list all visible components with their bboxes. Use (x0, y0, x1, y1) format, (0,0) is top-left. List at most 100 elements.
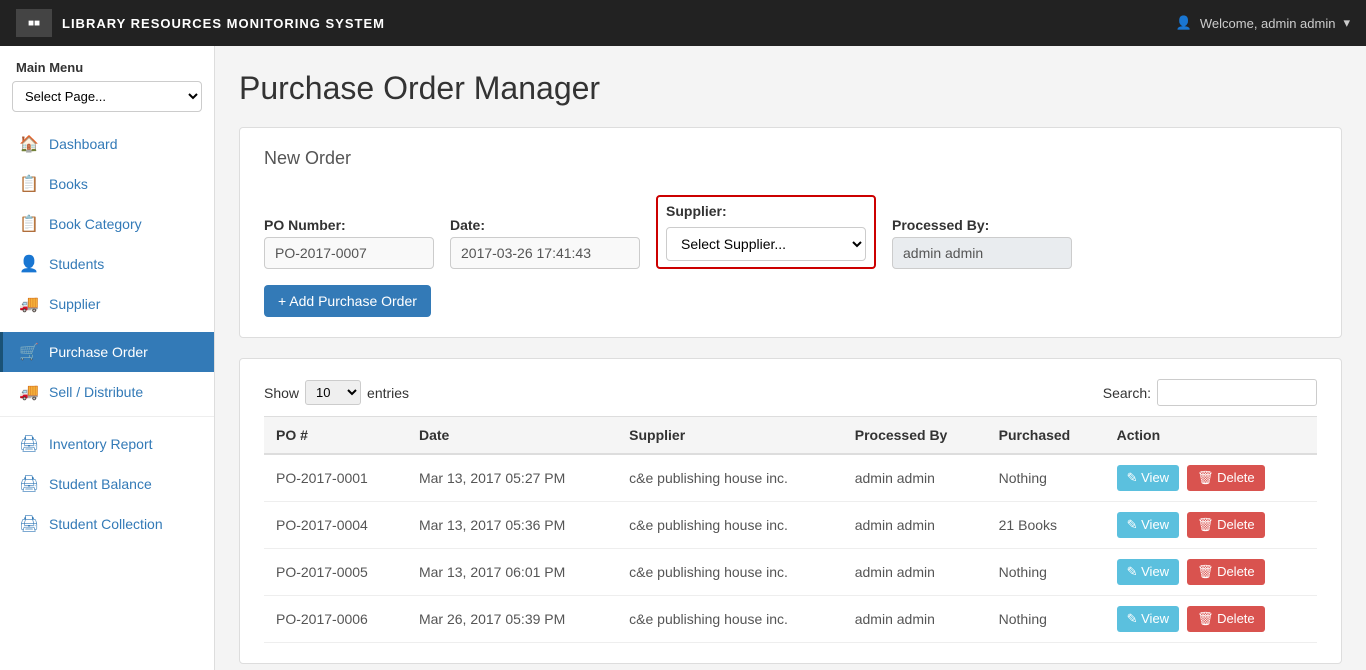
table-head: PO # Date Supplier Processed By Purchase… (264, 417, 1317, 455)
book-category-icon: 📋 (19, 214, 39, 234)
processed-by-input[interactable] (892, 237, 1072, 269)
table-row: PO-2017-0005 Mar 13, 2017 06:01 PM c&e p… (264, 549, 1317, 596)
sidebar-item-sell-distribute[interactable]: 🚚 Sell / Distribute (0, 372, 214, 412)
search-bar: Search: (1103, 379, 1317, 406)
delete-button[interactable]: 🗑 Delete (1187, 606, 1265, 632)
new-order-form-row: PO Number: Date: Supplier: Select Suppli… (264, 195, 1317, 269)
sidebar: Main Menu Select Page... 🏠 Dashboard 📋 B… (0, 46, 215, 670)
purchase-order-table: PO # Date Supplier Processed By Purchase… (264, 416, 1317, 643)
entries-select[interactable]: 10 25 50 100 (305, 380, 361, 405)
sidebar-menu-label: Main Menu (0, 46, 214, 81)
welcome-label: Welcome, admin admin (1200, 16, 1336, 31)
cell-po: PO-2017-0005 (264, 549, 407, 596)
show-entries: Show 10 25 50 100 entries (264, 380, 409, 405)
processed-by-label: Processed By: (892, 217, 1072, 233)
logo-box: ■■ (16, 9, 52, 37)
sidebar-item-student-collection[interactable]: 🖨 Student Collection (0, 504, 214, 544)
po-number-group: PO Number: (264, 217, 434, 269)
page-select[interactable]: Select Page... (12, 81, 202, 112)
add-purchase-order-button[interactable]: + Add Purchase Order (264, 285, 431, 317)
cell-supplier: c&e publishing house inc. (617, 454, 843, 502)
table-row: PO-2017-0001 Mar 13, 2017 05:27 PM c&e p… (264, 454, 1317, 502)
sidebar-select-wrapper: Select Page... (0, 81, 214, 124)
col-date: Date (407, 417, 617, 455)
purchase-order-icon: 🛒 (19, 342, 39, 362)
cell-date: Mar 26, 2017 05:39 PM (407, 596, 617, 643)
sidebar-label-students: Students (49, 256, 104, 272)
po-number-input[interactable] (264, 237, 434, 269)
cell-action: ✎ View 🗑 Delete (1105, 596, 1317, 643)
student-balance-icon: 🖨 (19, 474, 39, 494)
view-button[interactable]: ✎ View (1117, 512, 1179, 538)
cell-purchased: 21 Books (987, 502, 1105, 549)
cell-supplier: c&e publishing house inc. (617, 596, 843, 643)
processed-by-group: Processed By: (892, 217, 1072, 269)
students-icon: 👤 (19, 254, 39, 274)
header-left: ■■ LIBRARY RESOURCES MONITORING SYSTEM (16, 9, 385, 37)
student-collection-icon: 🖨 (19, 514, 39, 534)
cell-po: PO-2017-0006 (264, 596, 407, 643)
table-controls: Show 10 25 50 100 entries Search: (264, 379, 1317, 406)
cell-processed-by: admin admin (843, 596, 987, 643)
sidebar-label-sell-distribute: Sell / Distribute (49, 384, 143, 400)
cell-purchased: Nothing (987, 454, 1105, 502)
sidebar-item-books[interactable]: 📋 Books (0, 164, 214, 204)
cell-action: ✎ View 🗑 Delete (1105, 502, 1317, 549)
new-order-title: New Order (264, 148, 1317, 179)
search-label: Search: (1103, 385, 1151, 401)
sidebar-label-inventory-report: Inventory Report (49, 436, 153, 452)
app-title: LIBRARY RESOURCES MONITORING SYSTEM (62, 16, 385, 31)
sidebar-item-inventory-report[interactable]: 🖨 Inventory Report (0, 424, 214, 464)
sell-distribute-icon: 🚚 (19, 382, 39, 402)
cell-po: PO-2017-0001 (264, 454, 407, 502)
table-card: Show 10 25 50 100 entries Search: (239, 358, 1342, 664)
supplier-icon: 🚚 (19, 294, 39, 314)
cell-processed-by: admin admin (843, 502, 987, 549)
sidebar-item-purchase-order[interactable]: 🛒 Purchase Order (0, 332, 214, 372)
user-icon: 👤 (1176, 15, 1192, 31)
delete-button[interactable]: 🗑 Delete (1187, 559, 1265, 585)
sidebar-label-dashboard: Dashboard (49, 136, 118, 152)
sidebar-label-books: Books (49, 176, 88, 192)
page-title: Purchase Order Manager (239, 70, 1342, 107)
table-row: PO-2017-0004 Mar 13, 2017 05:36 PM c&e p… (264, 502, 1317, 549)
col-processed-by: Processed By (843, 417, 987, 455)
search-input[interactable] (1157, 379, 1317, 406)
col-supplier: Supplier (617, 417, 843, 455)
delete-button[interactable]: 🗑 Delete (1187, 512, 1265, 538)
sidebar-item-book-category[interactable]: 📋 Book Category (0, 204, 214, 244)
delete-button[interactable]: 🗑 Delete (1187, 465, 1265, 491)
dashboard-icon: 🏠 (19, 134, 39, 154)
cell-po: PO-2017-0004 (264, 502, 407, 549)
table-row: PO-2017-0006 Mar 26, 2017 05:39 PM c&e p… (264, 596, 1317, 643)
sidebar-item-dashboard[interactable]: 🏠 Dashboard (0, 124, 214, 164)
date-label: Date: (450, 217, 640, 233)
cell-date: Mar 13, 2017 05:36 PM (407, 502, 617, 549)
sidebar-label-student-balance: Student Balance (49, 476, 152, 492)
main-content: Purchase Order Manager New Order PO Numb… (215, 46, 1366, 670)
date-input[interactable] (450, 237, 640, 269)
view-button[interactable]: ✎ View (1117, 559, 1179, 585)
supplier-label: Supplier: (666, 203, 866, 219)
sidebar-item-student-balance[interactable]: 🖨 Student Balance (0, 464, 214, 504)
sidebar-label-book-category: Book Category (49, 216, 142, 232)
dropdown-chevron-icon[interactable]: ▾ (1343, 15, 1350, 31)
date-group: Date: (450, 217, 640, 269)
books-icon: 📋 (19, 174, 39, 194)
cell-purchased: Nothing (987, 549, 1105, 596)
show-label: Show (264, 385, 299, 401)
table-header-row: PO # Date Supplier Processed By Purchase… (264, 417, 1317, 455)
cell-supplier: c&e publishing house inc. (617, 502, 843, 549)
cell-processed-by: admin admin (843, 454, 987, 502)
sidebar-item-students[interactable]: 👤 Students (0, 244, 214, 284)
header-right: 👤 Welcome, admin admin ▾ (1176, 15, 1350, 31)
cell-processed-by: admin admin (843, 549, 987, 596)
view-button[interactable]: ✎ View (1117, 465, 1179, 491)
inventory-report-icon: 🖨 (19, 434, 39, 454)
po-number-label: PO Number: (264, 217, 434, 233)
cell-purchased: Nothing (987, 596, 1105, 643)
app-header: ■■ LIBRARY RESOURCES MONITORING SYSTEM 👤… (0, 0, 1366, 46)
supplier-select[interactable]: Select Supplier... (666, 227, 866, 261)
view-button[interactable]: ✎ View (1117, 606, 1179, 632)
sidebar-item-supplier[interactable]: 🚚 Supplier (0, 284, 214, 324)
